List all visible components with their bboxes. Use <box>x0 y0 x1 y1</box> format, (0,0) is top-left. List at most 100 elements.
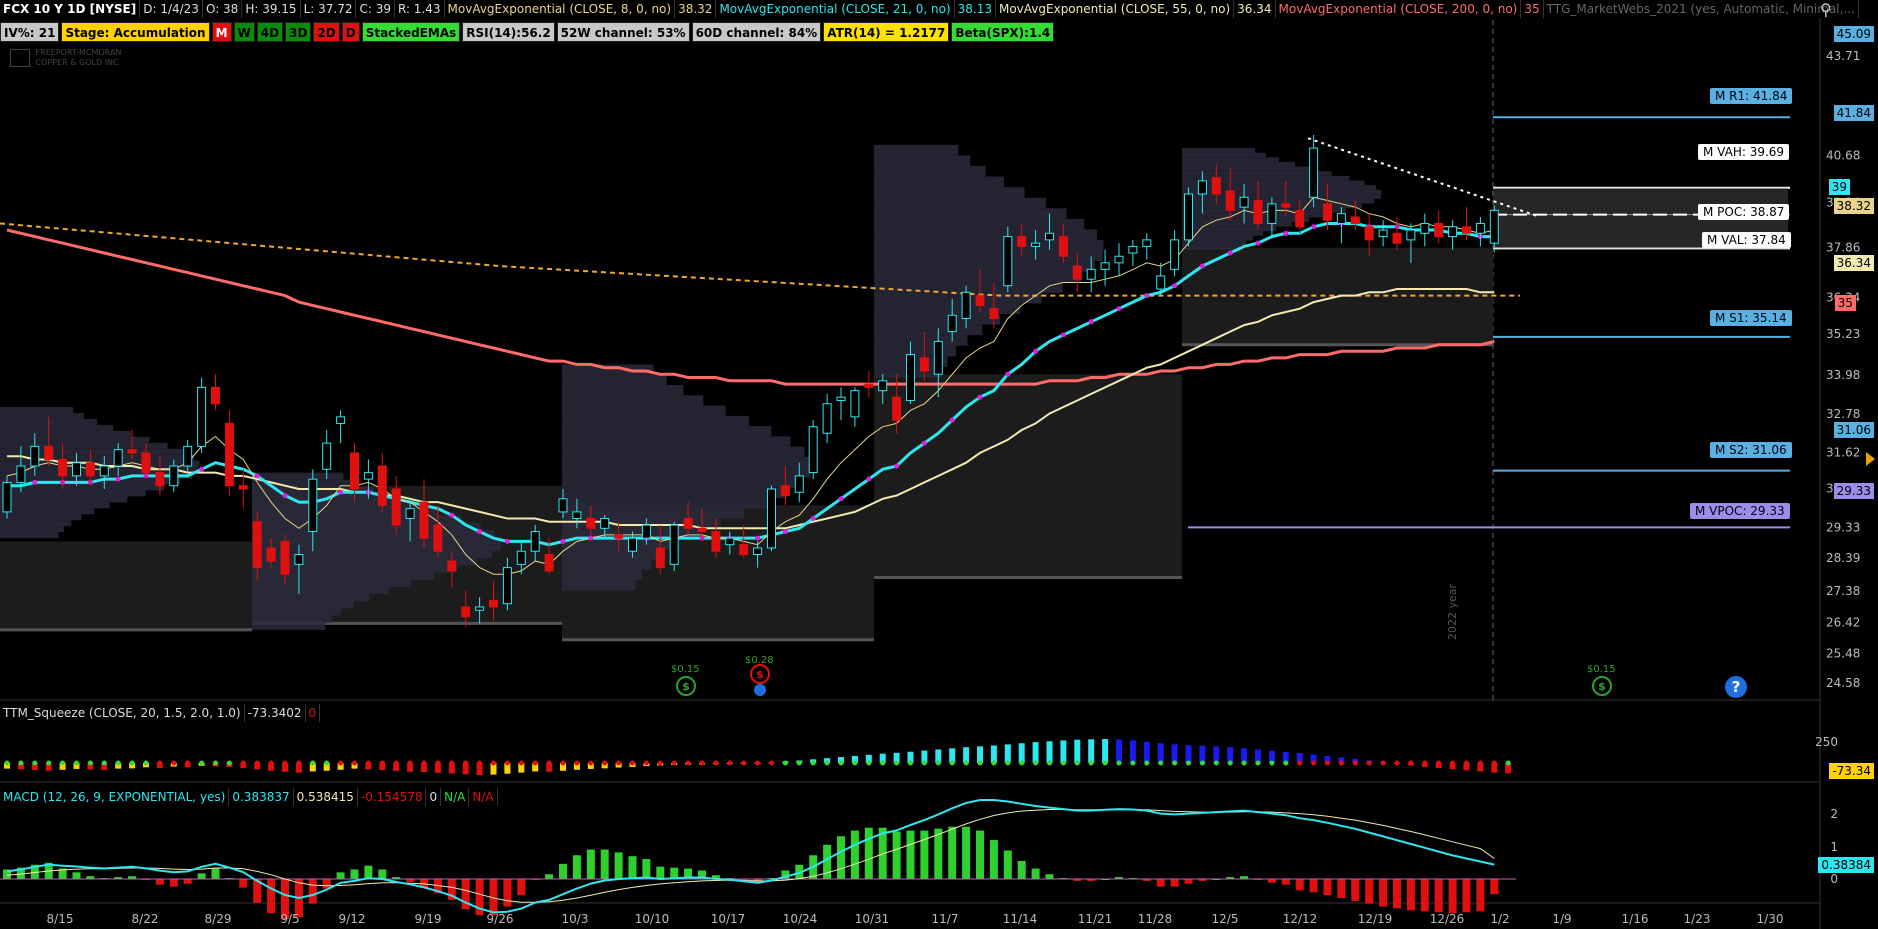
candle-body <box>1003 236 1013 287</box>
squeeze-dot <box>157 760 163 766</box>
volume-profile-bar <box>1182 166 1313 172</box>
ema-signal-dot <box>199 466 205 472</box>
macd-na-2: N/A <box>469 788 498 806</box>
ema-signal-dot <box>1144 293 1150 299</box>
squeeze-dot <box>185 760 191 766</box>
candle-body <box>44 445 54 460</box>
candle-body <box>1031 242 1041 247</box>
candle-body <box>1420 222 1430 234</box>
expand-arrow-icon[interactable] <box>1866 452 1875 466</box>
volume-profile-bar <box>562 384 684 396</box>
macd-hist-bar <box>1490 879 1499 895</box>
4d-badge: 4D <box>256 22 284 42</box>
study-label[interactable]: TTG_MarketWebs_2021 (yes, Automatic, Min… <box>1544 0 1859 18</box>
macd-hist-bar <box>1003 850 1012 879</box>
candle-body <box>350 452 359 490</box>
squeeze-label[interactable]: TTM_Squeeze (CLOSE, 20, 1.5, 2.0, 1.0) <box>0 704 245 722</box>
macd-zero: 0 <box>426 788 442 806</box>
date-label: D: 1/4/23 <box>140 0 203 18</box>
x-tick-label: 12/12 <box>1283 912 1318 926</box>
volume-profile-bar <box>562 374 667 385</box>
price-tag-ema200: 35 <box>1834 295 1856 311</box>
squeeze-dot <box>240 760 246 766</box>
logo-text: FREEPORT-MCMORAN COPPER & GOLD INC. <box>35 48 122 67</box>
candle-body <box>1170 239 1180 270</box>
ema-signal-dot <box>1088 319 1094 325</box>
squeeze-dot <box>365 760 371 766</box>
stacked-emas-badge: StackedEMAs <box>361 22 461 42</box>
macd-hist-bar <box>1156 879 1165 887</box>
close-label: C: 39 <box>356 0 395 18</box>
candle-body <box>238 485 248 490</box>
x-tick-label: 9/12 <box>339 912 366 926</box>
price-tag-last: 39 <box>1828 179 1850 195</box>
volume-profile-bar <box>874 271 1082 283</box>
macd-hist-bar <box>864 827 873 879</box>
y-tick-label: 37.86 <box>1826 241 1860 255</box>
candle-body <box>252 521 262 569</box>
ema21-value: 38.13 <box>955 0 996 18</box>
macd-hist-bar <box>1406 879 1415 911</box>
squeeze-dot <box>532 760 538 766</box>
squeeze-dot <box>491 760 496 766</box>
volume-profile-bar <box>0 496 128 503</box>
squeeze-dot <box>1186 760 1191 766</box>
macd-hist-bar <box>1295 879 1304 891</box>
squeeze-dot <box>643 760 649 766</box>
squeeze-dot <box>1283 760 1289 766</box>
volume-profile-bar <box>874 261 1095 272</box>
volume-profile-bar <box>562 426 772 437</box>
macd-hist-bar <box>628 856 637 879</box>
symbol-label[interactable]: FCX 10 Y 1D [NYSE] <box>0 0 141 18</box>
macd-hist-bar <box>267 879 276 914</box>
macd-hist-bar <box>976 830 984 879</box>
candle-body <box>1489 209 1499 244</box>
settings-icon[interactable]: ⚲ <box>1820 0 1832 19</box>
candle-body <box>864 383 874 388</box>
candle-body <box>85 462 95 477</box>
pivot-poc-label: M POC: 38.87 <box>1698 204 1790 220</box>
ema-signal-dot <box>1283 230 1289 236</box>
macd-hist-bar <box>600 849 609 879</box>
candle-body <box>655 547 665 569</box>
candle-body <box>933 340 943 375</box>
candle-body <box>183 445 193 467</box>
ema200-label[interactable]: MovAvgExponential (CLOSE, 200, 0, no) <box>1276 0 1522 18</box>
candle-body <box>155 472 165 487</box>
volume-profile-bar <box>874 144 959 156</box>
squeeze-dot <box>560 760 566 766</box>
volume-profile-bar <box>0 490 146 497</box>
volume-profile-bar <box>874 335 968 346</box>
volume-profile-bar <box>874 176 1005 188</box>
squeeze-dot <box>741 760 747 766</box>
macd-hist-bar <box>614 852 623 879</box>
macd-hist-bar <box>906 830 915 879</box>
macd-label[interactable]: MACD (12, 26, 9, EXPONENTIAL, yes) <box>0 788 230 806</box>
ema21-label[interactable]: MovAvgExponential (CLOSE, 21, 0, no) <box>716 0 955 18</box>
squeeze-dot <box>1394 760 1400 766</box>
squeeze-dot <box>991 760 997 766</box>
macd-header: MACD (12, 26, 9, EXPONENTIAL, yes) 0.383… <box>0 788 498 806</box>
candle-body <box>600 517 610 529</box>
x-tick-label: 10/10 <box>635 912 670 926</box>
ema-signal-dot <box>1199 263 1205 269</box>
squeeze-dot <box>1408 760 1414 766</box>
volume-profile-bar <box>1182 161 1296 167</box>
squeeze-dot <box>477 760 483 766</box>
ema55-label[interactable]: MovAvgExponential (CLOSE, 55, 0, no) <box>996 0 1235 18</box>
study-header: FCX 10 Y 1D [NYSE] D: 1/4/23 O: 38 H: 39… <box>0 0 1878 18</box>
macd-hist-bar <box>155 879 164 885</box>
volume-profile-bar <box>562 446 805 457</box>
x-tick-label: 12/5 <box>1212 912 1239 926</box>
volume-profile-bar <box>252 608 342 616</box>
candle-body <box>30 445 40 467</box>
squeeze-dot <box>1491 760 1497 766</box>
high-label: H: 39.15 <box>242 0 301 18</box>
ema8-label[interactable]: MovAvgExponential (CLOSE, 8, 0, no) <box>445 0 676 18</box>
candle-body <box>2 481 12 513</box>
candle-body <box>1072 265 1082 280</box>
dividend-icon-glyph: $ <box>1598 680 1606 693</box>
squeeze-dot <box>1019 760 1025 766</box>
help-icon[interactable]: ? <box>1725 676 1747 698</box>
candle-body <box>1392 232 1402 244</box>
